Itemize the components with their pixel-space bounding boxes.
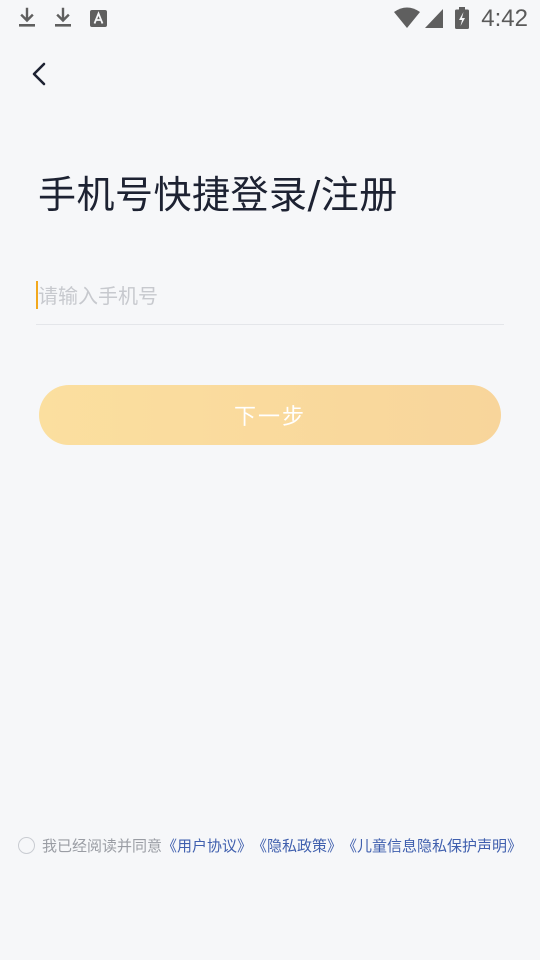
status-time: 4:42	[481, 5, 528, 32]
agreement-checkbox[interactable]	[18, 836, 35, 854]
chevron-left-icon	[32, 62, 46, 86]
user-agreement-link[interactable]: 《用户协议》	[162, 835, 252, 856]
back-button[interactable]	[22, 56, 58, 92]
agreement-prefix-text: 我已经阅读并同意	[42, 836, 163, 855]
phone-input[interactable]	[36, 274, 506, 318]
font-app-icon	[90, 10, 107, 27]
wifi-icon	[394, 7, 420, 28]
privacy-policy-link[interactable]: 《隐私政策》	[252, 835, 342, 856]
status-bar: 4:42	[0, 0, 540, 38]
next-step-button[interactable]: 下一步	[39, 385, 501, 445]
phone-field	[36, 274, 506, 325]
agreement-row: 我已经阅读并同意 《用户协议》 《隐私政策》 《儿童信息隐私保护声明》	[18, 834, 522, 856]
battery-charging-icon	[455, 7, 469, 29]
download-icon	[55, 7, 71, 27]
page-title: 手机号快捷登录/注册	[38, 173, 398, 217]
cell-signal-icon	[425, 9, 443, 28]
child-privacy-statement-link[interactable]: 《儿童信息隐私保护声明》	[342, 835, 522, 856]
text-caret	[36, 281, 38, 309]
download-icon	[19, 7, 35, 27]
